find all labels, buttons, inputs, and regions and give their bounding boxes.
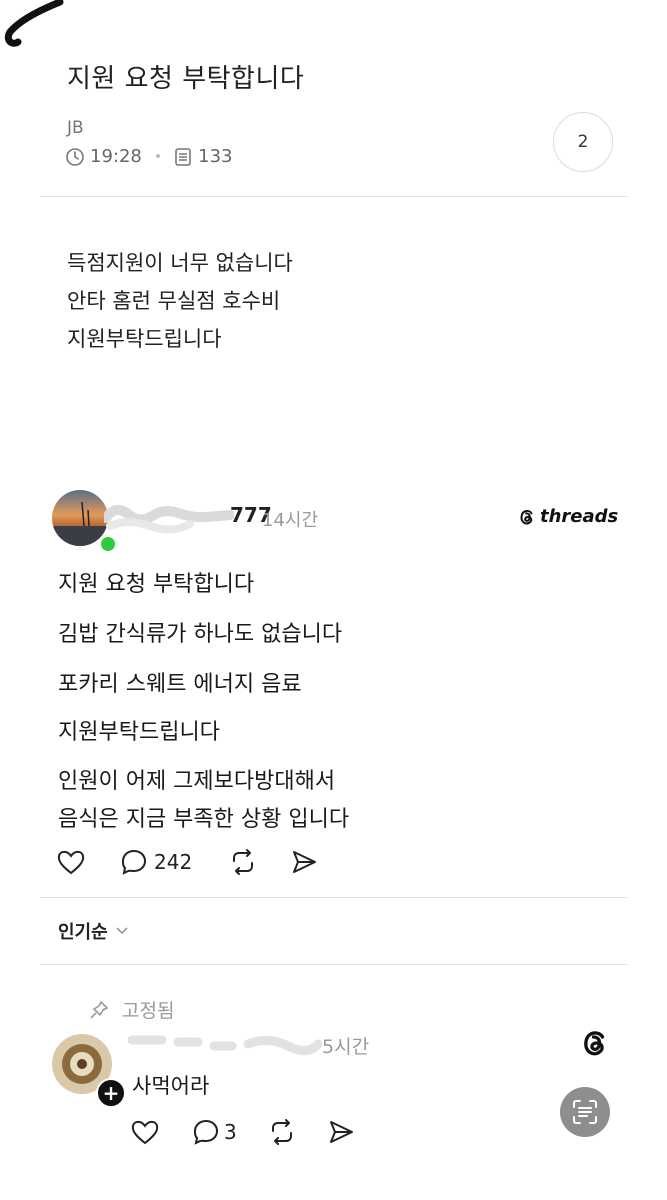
follow-button[interactable]: + [96, 1078, 126, 1108]
heart-icon[interactable] [130, 1118, 160, 1146]
post-time: 19:28 [90, 146, 142, 167]
body-line: 안타 홈런 무실점 호수비 [67, 289, 281, 313]
repost-icon[interactable] [267, 1118, 297, 1146]
post-line: 포카리 스웨트 에너지 음료 [58, 672, 302, 697]
scribble-mark [4, 0, 64, 47]
post-timestamp: 14시간 [262, 510, 319, 531]
clock-icon [65, 147, 85, 167]
body-line: 득점지원이 너무 없습니다 [67, 251, 293, 275]
post-line: 지원부탁드립니다 [58, 720, 220, 745]
avatar[interactable] [52, 490, 108, 546]
send-icon[interactable] [327, 1118, 355, 1146]
post-line: 음식은 지금 부족한 상황 입니다 [58, 807, 350, 832]
send-icon[interactable] [290, 848, 318, 876]
reply-count: 3 [224, 1120, 237, 1144]
author-name[interactable]: JB [67, 118, 84, 138]
reply-button[interactable]: 3 [192, 1118, 237, 1146]
embed-divider [40, 897, 628, 898]
online-status-dot [99, 535, 117, 553]
meta-separator: • [153, 148, 163, 165]
scan-text-icon [571, 1098, 599, 1126]
redacted-username [128, 1035, 323, 1055]
reply-actions: 3 [130, 1118, 355, 1146]
repost-icon[interactable] [228, 848, 258, 876]
comment-count-button[interactable]: 2 [553, 112, 613, 172]
view-count: 133 [198, 146, 233, 167]
sort-label: 인기순 [58, 922, 108, 943]
threads-icon [518, 508, 536, 526]
reply-text: 사먹어라 [132, 1074, 210, 1098]
heart-icon[interactable] [56, 848, 86, 876]
reply-count: 242 [154, 850, 193, 874]
pinned-label: 고정됨 [122, 1000, 175, 1022]
pinned-indicator: 고정됨 [88, 996, 174, 1023]
reply-timestamp: 5시간 [322, 1036, 370, 1058]
post-meta: 19:28 • 133 [65, 146, 233, 167]
post-line: 인원이 어제 그제보다방대해서 [58, 769, 336, 794]
threads-logo[interactable]: threads [518, 506, 618, 527]
speech-bubble-icon [192, 1118, 220, 1146]
sort-divider [40, 964, 628, 965]
scan-text-button[interactable] [560, 1087, 610, 1137]
sort-dropdown[interactable]: 인기순 [58, 918, 130, 944]
article-body: 득점지원이 너무 없습니다 안타 홈런 무실점 호수비 지원부탁드립니다 [67, 244, 293, 358]
reply-button[interactable]: 242 [120, 848, 192, 876]
pin-icon [88, 999, 110, 1021]
document-icon [174, 147, 192, 167]
body-line: 지원부탁드립니다 [67, 327, 222, 351]
threads-wordmark: threads [540, 506, 619, 527]
page-title: 지원 요청 부탁합니다 [67, 64, 305, 94]
post-line: 김밥 간식류가 하나도 없습니다 [58, 622, 343, 647]
threads-icon[interactable] [580, 1028, 610, 1058]
chevron-down-icon [114, 925, 130, 937]
header-divider [40, 196, 628, 197]
post-actions: 242 [56, 848, 318, 876]
redacted-username [104, 504, 234, 534]
speech-bubble-icon [120, 848, 148, 876]
post-line: 지원 요청 부탁합니다 [58, 572, 255, 597]
